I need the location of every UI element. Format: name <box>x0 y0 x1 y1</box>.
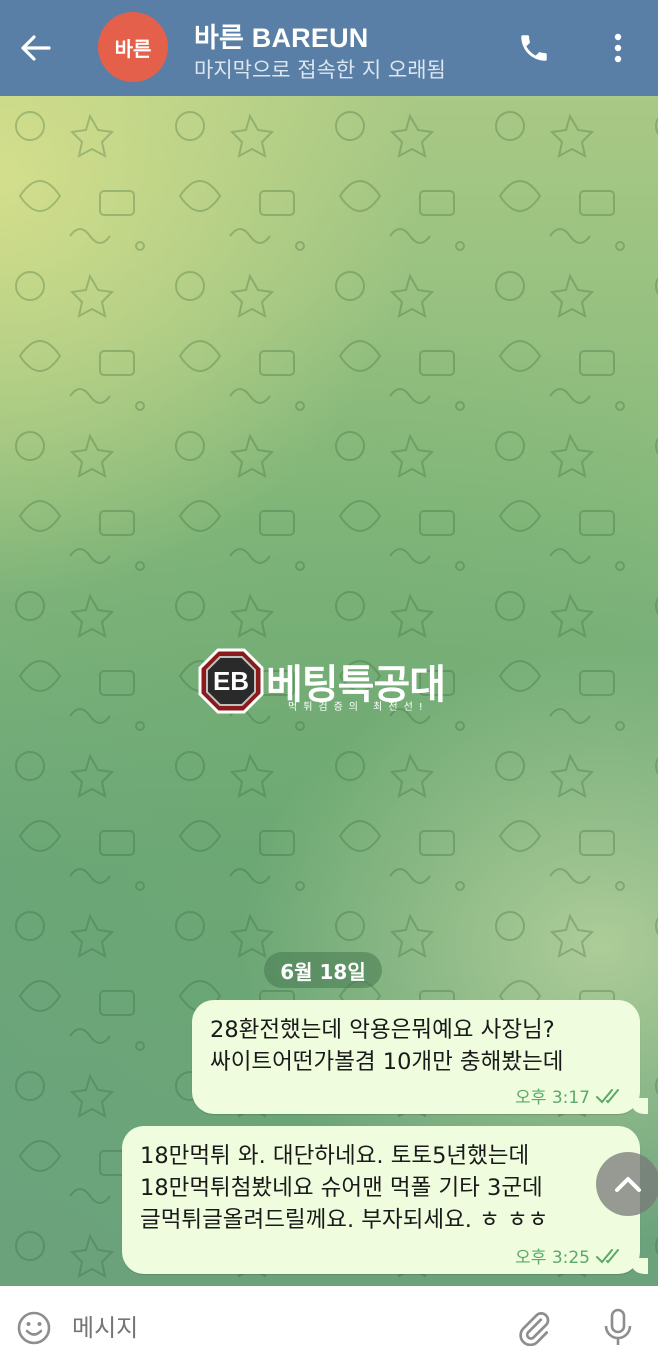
arrow-left-icon <box>21 35 51 61</box>
phone-icon <box>521 35 547 61</box>
chevron-up-icon <box>615 1177 641 1192</box>
more-options-button[interactable] <box>598 26 638 70</box>
date-separator: 6월 18일 <box>264 952 382 988</box>
message-composer <box>0 1286 658 1362</box>
double-check-icon <box>596 1248 619 1263</box>
last-seen-status: 마지막으로 접속한 지 오래됨 <box>194 58 446 82</box>
message-input[interactable] <box>72 1306 492 1350</box>
watermark-logo-icon: EB <box>198 648 264 714</box>
message-bubble[interactable]: 18만먹튀 와. 대단하네요. 토토5년했는데 18만먹튀첨봤네요 슈어맨 먹폴… <box>122 1126 648 1274</box>
more-vertical-icon <box>614 33 622 63</box>
attach-button[interactable] <box>510 1304 558 1352</box>
back-button[interactable] <box>14 28 58 68</box>
chat-title[interactable]: 바른 BAREUN <box>194 16 368 55</box>
chat-area[interactable]: EB 베팅특공대 먹튀검증의 최전선! 6월 18일 28환전했는데 악용은뭐예… <box>0 96 658 1286</box>
double-check-icon <box>596 1088 619 1103</box>
message-text: 18만먹튀 와. 대단하네요. 토토5년했는데 18만먹튀첨봤네요 슈어맨 먹폴… <box>140 1143 549 1233</box>
call-button[interactable] <box>512 26 556 70</box>
paperclip-icon <box>519 1312 550 1346</box>
message-bubble[interactable]: 28환전했는데 악용은뭐예요 사장님? 싸이트어떤가볼겸 10개만 충해봤는데 … <box>192 1000 648 1114</box>
scroll-to-bottom-button[interactable] <box>596 1152 658 1216</box>
watermark: EB 베팅특공대 먹튀검증의 최전선! <box>198 648 468 714</box>
smile-icon <box>17 1311 51 1345</box>
message-meta: 오후 3:25 <box>515 1243 626 1268</box>
svg-text:EB: EB <box>213 666 249 696</box>
microphone-icon <box>604 1308 632 1345</box>
chat-header: 바른 바른 BAREUN 마지막으로 접속한 지 오래됨 <box>0 0 658 96</box>
avatar[interactable]: 바른 <box>98 12 168 82</box>
message-text: 28환전했는데 악용은뭐예요 사장님? 싸이트어떤가볼겸 10개만 충해봤는데 <box>210 1017 564 1075</box>
message-time: 오후 3:25 <box>515 1248 590 1268</box>
message-time: 오후 3:17 <box>515 1088 590 1108</box>
emoji-button[interactable] <box>12 1306 56 1350</box>
message-meta: 오후 3:17 <box>515 1083 626 1108</box>
watermark-tagline: 먹튀검증의 최전선! <box>288 702 429 713</box>
voice-record-button[interactable] <box>594 1304 642 1352</box>
